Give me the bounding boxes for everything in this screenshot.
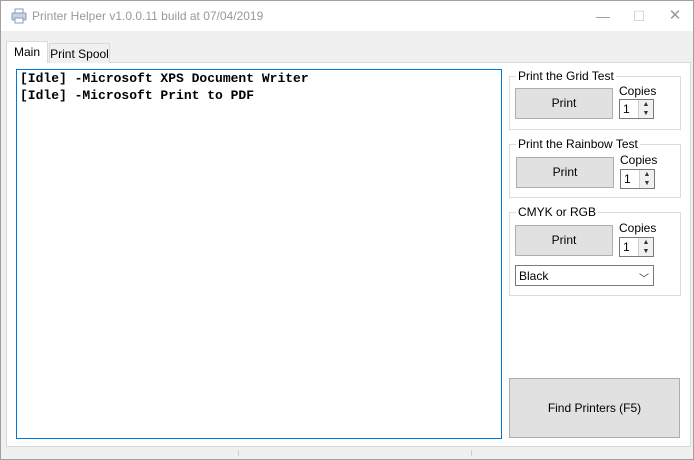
rainbow-copies-value: 1 — [624, 172, 631, 186]
spin-down-icon[interactable]: ▼ — [639, 247, 653, 256]
cmyk-copies-label: Copies — [619, 221, 657, 235]
color-mode-value: Black — [519, 269, 549, 283]
spin-down-icon[interactable]: ▼ — [639, 109, 653, 118]
title-bar[interactable]: Printer Helper v1.0.0.11 build at 07/04/… — [1, 1, 693, 31]
rainbow-copies-label: Copies — [620, 153, 658, 167]
cmyk-copies-stepper[interactable]: 1 ▲ ▼ — [619, 237, 654, 257]
window-title: Printer Helper v1.0.0.11 build at 07/04/… — [32, 9, 264, 23]
tab-main[interactable]: Main — [6, 41, 48, 63]
status-separator — [238, 450, 239, 456]
printer-icon — [11, 8, 27, 24]
cmyk-print-button[interactable]: Print — [515, 225, 613, 256]
spin-down-icon[interactable]: ▼ — [640, 179, 654, 188]
cmyk-rgb-title: CMYK or RGB — [516, 205, 599, 219]
grid-copies-label: Copies — [619, 84, 657, 98]
grid-test-title: Print the Grid Test — [516, 69, 616, 83]
printer-list[interactable]: [Idle] -Microsoft XPS Document Writer [I… — [16, 69, 502, 439]
tab-print-spool[interactable]: Print Spool — [49, 43, 110, 63]
list-item[interactable]: [Idle] -Microsoft Print to PDF — [20, 88, 498, 105]
status-separator — [471, 450, 472, 456]
close-button[interactable]: ✕ — [657, 1, 693, 31]
minimize-button[interactable]: — — [585, 1, 621, 31]
maximize-button[interactable]: ☐ — [621, 1, 657, 31]
app-window: Printer Helper v1.0.0.11 build at 07/04/… — [0, 0, 694, 460]
chevron-down-icon: ﹀ — [639, 274, 649, 285]
list-item[interactable]: [Idle] -Microsoft XPS Document Writer — [20, 71, 498, 88]
status-strip — [1, 449, 693, 459]
grid-copies-value: 1 — [623, 102, 630, 116]
grid-print-button[interactable]: Print — [515, 88, 613, 119]
cmyk-copies-value: 1 — [623, 240, 630, 254]
rainbow-test-title: Print the Rainbow Test — [516, 137, 640, 151]
grid-copies-stepper[interactable]: 1 ▲ ▼ — [619, 99, 654, 119]
rainbow-print-button[interactable]: Print — [516, 157, 614, 188]
rainbow-copies-stepper[interactable]: 1 ▲ ▼ — [620, 169, 655, 189]
find-printers-button[interactable]: Find Printers (F5) — [509, 378, 680, 438]
color-mode-select[interactable]: Black ﹀ — [515, 265, 654, 286]
